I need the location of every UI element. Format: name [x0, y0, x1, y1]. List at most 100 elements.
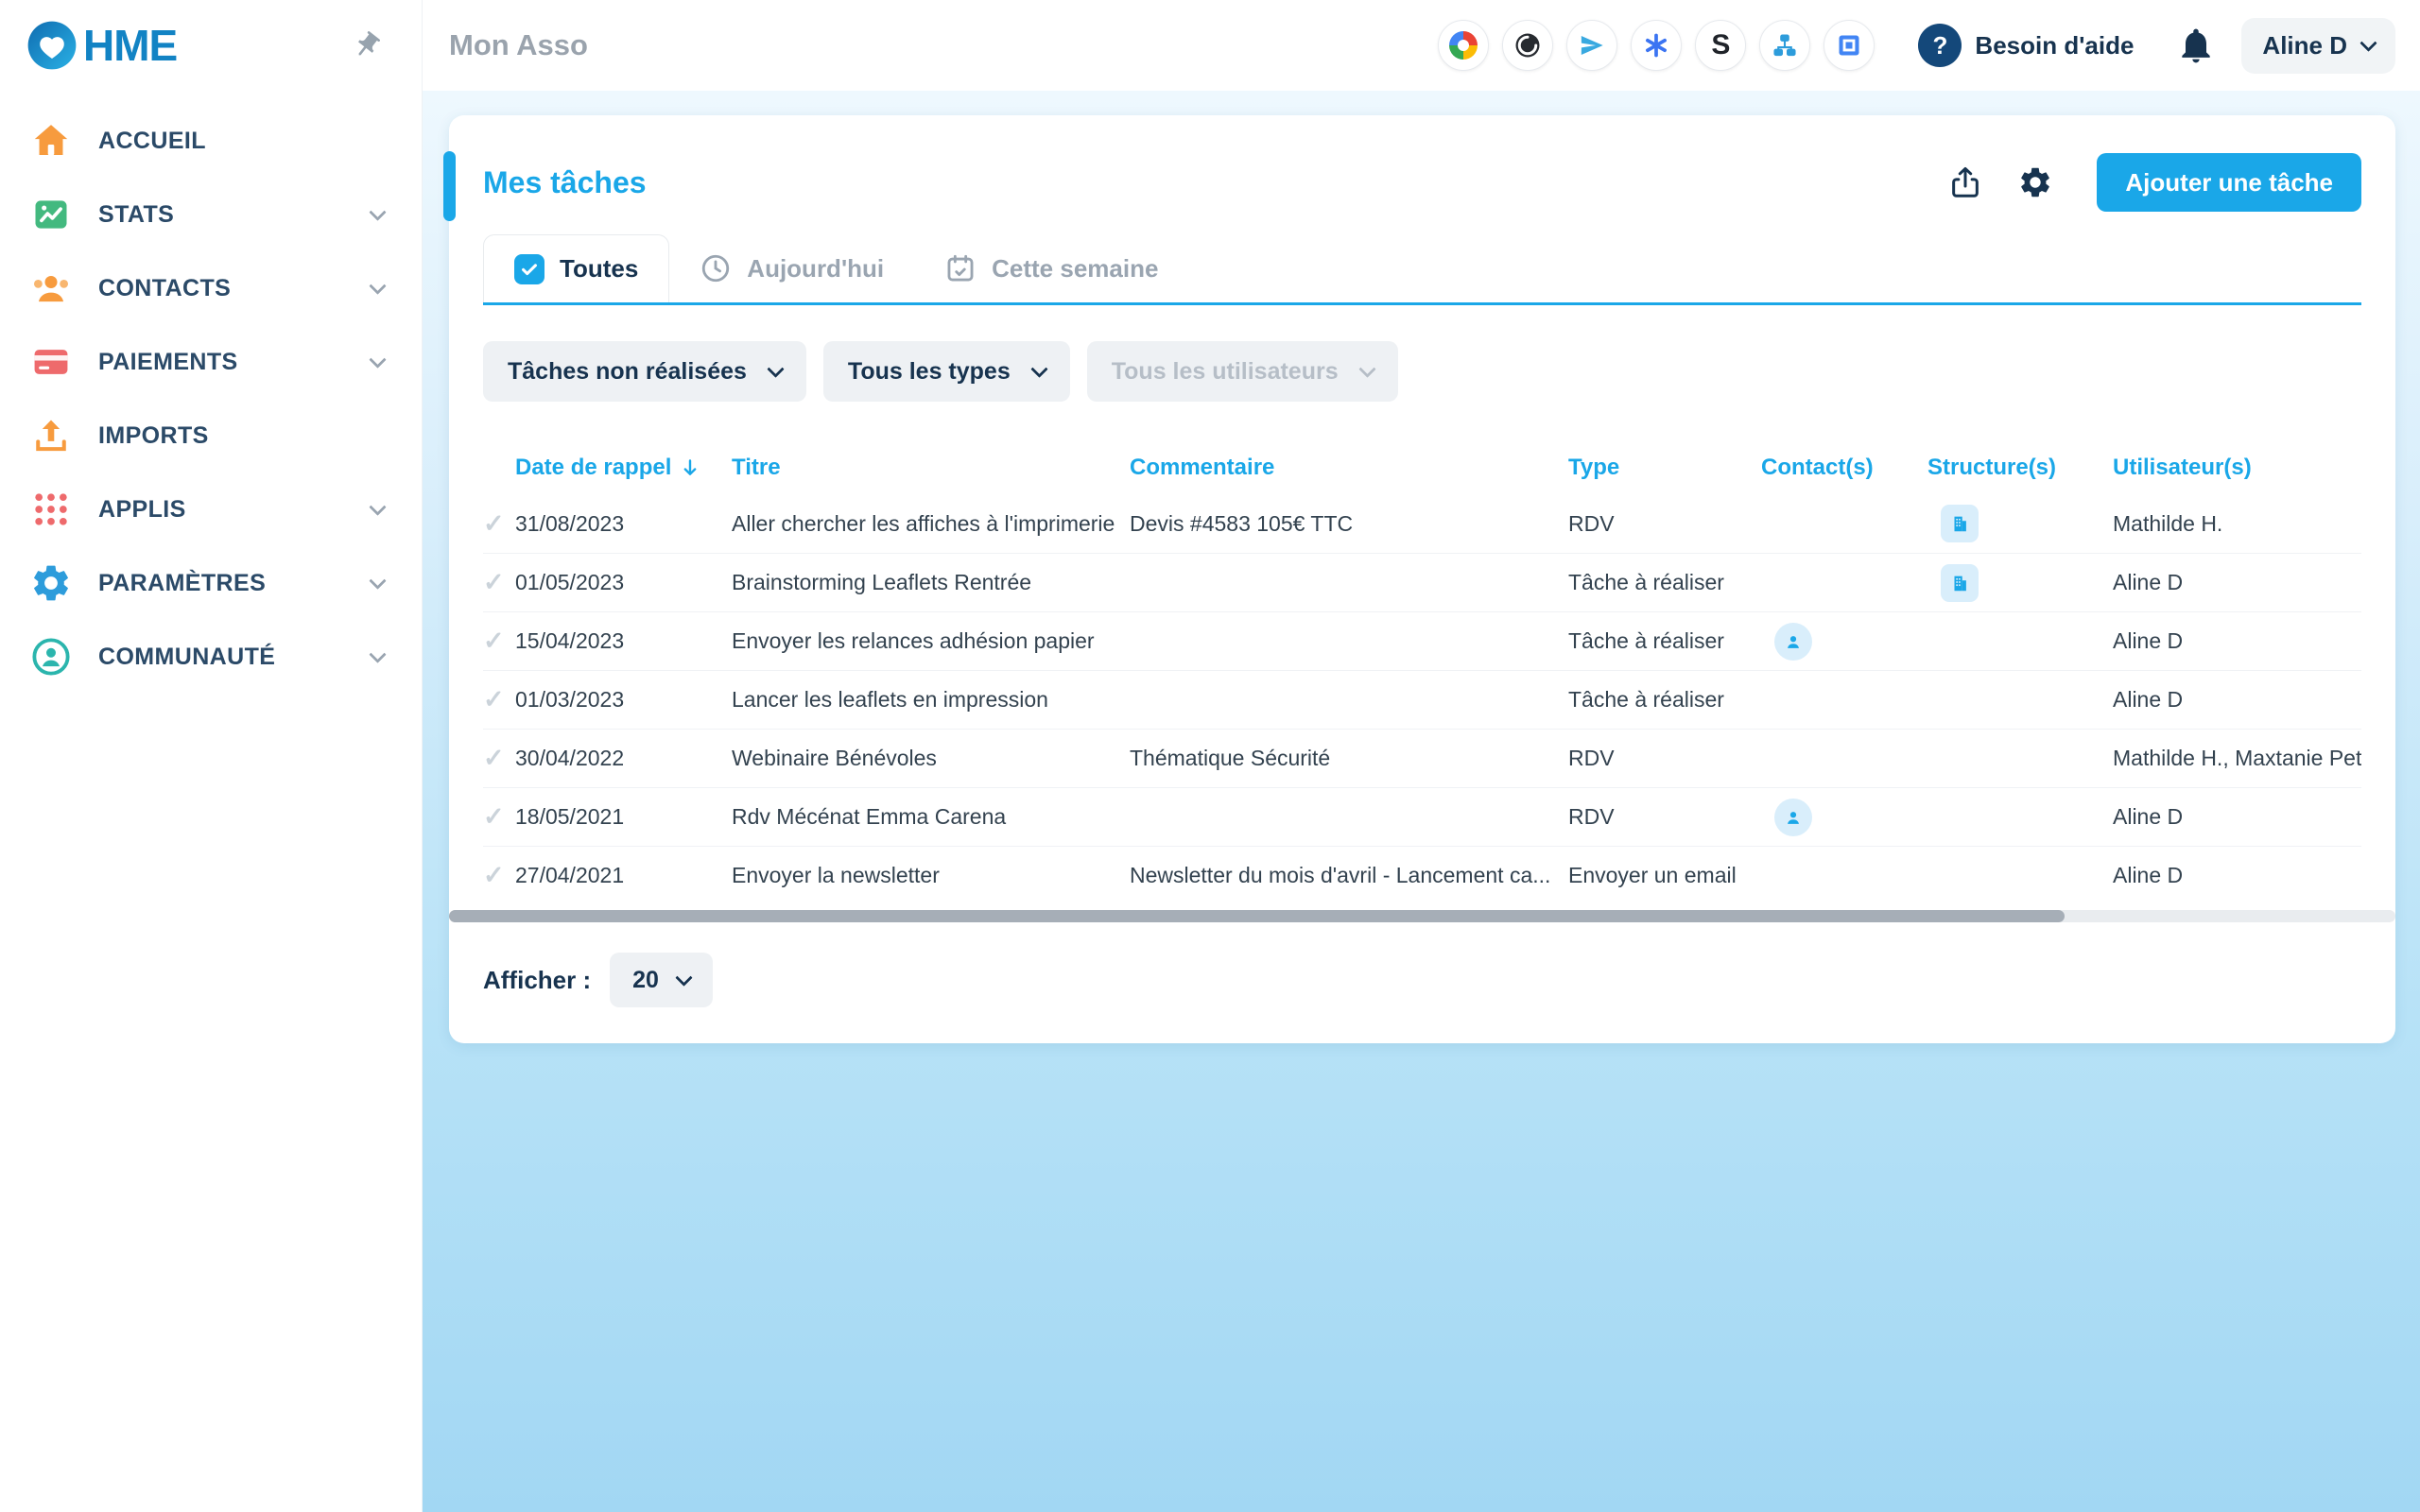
table-row[interactable]: ✓ 18/05/2021 Rdv Mécénat Emma Carena RDV… [483, 787, 2361, 846]
cell-structure [1927, 564, 2113, 602]
tab-cette-semaine[interactable]: Cette semaine [914, 234, 1188, 302]
cell-type: RDV [1568, 746, 1761, 771]
column-header-commentaire[interactable]: Commentaire [1130, 455, 1568, 481]
column-header-structures[interactable]: Structure(s) [1927, 455, 2113, 481]
cell-type: Tâche à réaliser [1568, 570, 1761, 595]
card-title: Mes tâches [483, 165, 647, 200]
column-label: Date de rappel [515, 455, 671, 481]
notifications-bell-icon[interactable] [2169, 19, 2222, 72]
payments-icon [28, 339, 74, 385]
column-header-titre[interactable]: Titre [732, 455, 1130, 481]
stripe-s-logo-icon[interactable]: S [1695, 20, 1746, 71]
table-row[interactable]: ✓ 01/03/2023 Lancer les leaflets en impr… [483, 670, 2361, 729]
cell-users: Aline D [2113, 804, 2361, 830]
contact-icon[interactable] [1774, 623, 1812, 661]
help-label: Besoin d'aide [1975, 31, 2134, 60]
structure-building-icon[interactable] [1941, 564, 1979, 602]
sidebar-item-imports[interactable]: IMPORTS [0, 399, 422, 472]
sidebar-item-parametres[interactable]: PARAMÈTRES [0, 546, 422, 620]
mark-done-check-icon[interactable]: ✓ [483, 802, 515, 832]
community-icon [28, 634, 74, 679]
sidebar-item-communaute[interactable]: COMMUNAUTÉ [0, 620, 422, 694]
table-row[interactable]: ✓ 31/08/2023 Aller chercher les affiches… [483, 494, 2361, 553]
table-row[interactable]: ✓ 27/04/2021 Envoyer la newsletter Newsl… [483, 846, 2361, 904]
contact-icon[interactable] [1774, 799, 1812, 836]
filter-type-select[interactable]: Tous les types [823, 341, 1070, 402]
cell-users: Aline D [2113, 863, 2361, 888]
pin-sidebar-icon[interactable] [346, 25, 389, 67]
org-chart-logo-icon[interactable] [1759, 20, 1810, 71]
mark-done-check-icon[interactable]: ✓ [483, 627, 515, 656]
user-menu[interactable]: Aline D [2241, 18, 2395, 74]
chevron-down-icon [1030, 360, 1047, 377]
sidebar-item-label: IMPORTS [98, 422, 384, 450]
sidebar-item-label: ACCUEIL [98, 128, 384, 155]
cell-type: Envoyer un email [1568, 863, 1761, 888]
tasks-table: Date de rappel Titre Commentaire Type Co… [483, 441, 2361, 904]
dark-spiral-logo-icon[interactable] [1502, 20, 1553, 71]
sidebar-item-label: CONTACTS [98, 275, 347, 302]
calendar-logo-icon[interactable] [1824, 20, 1875, 71]
card-actions: Ajouter une tâche [1944, 153, 2361, 212]
filter-label: Tous les types [848, 358, 1011, 386]
cell-date: 01/03/2023 [515, 687, 732, 713]
cell-comment: Thématique Sécurité [1130, 746, 1568, 771]
cell-title: Aller chercher les affiches à l'imprimer… [732, 511, 1130, 537]
home-logo[interactable]: HME [25, 18, 177, 73]
page-size-value: 20 [632, 967, 659, 994]
filter-status-select[interactable]: Tâches non réalisées [483, 341, 806, 402]
mark-done-check-icon[interactable]: ✓ [483, 685, 515, 714]
table-header-row: Date de rappel Titre Commentaire Type Co… [483, 441, 2361, 494]
export-share-button[interactable] [1944, 161, 1987, 204]
sidebar-item-label: STATS [98, 201, 347, 229]
paper-plane-logo-icon[interactable] [1566, 20, 1617, 71]
settings-gear-button[interactable] [2014, 161, 2057, 204]
cell-comment: Devis #4583 105€ TTC [1130, 511, 1568, 537]
help-button[interactable]: ? Besoin d'aide [1901, 14, 2151, 77]
cell-date: 31/08/2023 [515, 511, 732, 537]
table-row[interactable]: ✓ 30/04/2022 Webinaire Bénévoles Thémati… [483, 729, 2361, 787]
structure-building-icon[interactable] [1941, 505, 1979, 542]
horizontal-scrollbar-thumb[interactable] [449, 910, 2065, 922]
ring-glyph [1449, 31, 1478, 60]
sidebar-item-stats[interactable]: STATS [0, 178, 422, 251]
tab-toutes[interactable]: Toutes [483, 234, 669, 302]
sidebar-item-applis[interactable]: APPLIS [0, 472, 422, 546]
sidebar-nav: ACCUEIL STATS CONTACTS PAIEME [0, 91, 422, 694]
table-row[interactable]: ✓ 01/05/2023 Brainstorming Leaflets Rent… [483, 553, 2361, 611]
column-header-utilisateurs[interactable]: Utilisateur(s) [2113, 455, 2361, 481]
filter-label: Tous les utilisateurs [1112, 358, 1339, 386]
table-row[interactable]: ✓ 15/04/2023 Envoyer les relances adhési… [483, 611, 2361, 670]
cell-date: 30/04/2022 [515, 746, 732, 771]
sidebar-item-label: PAIEMENTS [98, 349, 347, 376]
chevron-down-icon [369, 203, 386, 220]
imports-icon [28, 413, 74, 458]
mark-done-check-icon[interactable]: ✓ [483, 744, 515, 773]
logo-row: HME [0, 0, 422, 91]
chevron-down-icon [1358, 360, 1375, 377]
column-header-contacts[interactable]: Contact(s) [1761, 455, 1927, 481]
add-task-button[interactable]: Ajouter une tâche [2097, 153, 2361, 212]
tab-aujourdhui[interactable]: Aujourd'hui [669, 234, 914, 302]
sidebar-item-paiements[interactable]: PAIEMENTS [0, 325, 422, 399]
cell-title: Brainstorming Leaflets Rentrée [732, 570, 1130, 595]
filter-user-select[interactable]: Tous les utilisateurs [1087, 341, 1398, 402]
cell-date: 18/05/2021 [515, 804, 732, 830]
content-area: Mes tâches Ajouter une tâche [423, 91, 2420, 1512]
blue-asterisk-logo-icon[interactable] [1631, 20, 1682, 71]
cell-title: Rdv Mécénat Emma Carena [732, 804, 1130, 830]
cell-structure [1927, 505, 2113, 542]
column-header-date[interactable]: Date de rappel [515, 455, 732, 481]
tab-label: Cette semaine [992, 254, 1158, 284]
column-header-type[interactable]: Type [1568, 455, 1761, 481]
clock-icon [700, 252, 732, 284]
sidebar-item-accueil[interactable]: ACCUEIL [0, 104, 422, 178]
sidebar-item-contacts[interactable]: CONTACTS [0, 251, 422, 325]
tasks-card: Mes tâches Ajouter une tâche [449, 115, 2395, 1043]
mark-done-check-icon[interactable]: ✓ [483, 861, 515, 890]
color-ring-logo-icon[interactable] [1438, 20, 1489, 71]
sidebar-item-label: PARAMÈTRES [98, 570, 347, 597]
mark-done-check-icon[interactable]: ✓ [483, 568, 515, 597]
page-size-select[interactable]: 20 [610, 953, 713, 1007]
mark-done-check-icon[interactable]: ✓ [483, 509, 515, 539]
